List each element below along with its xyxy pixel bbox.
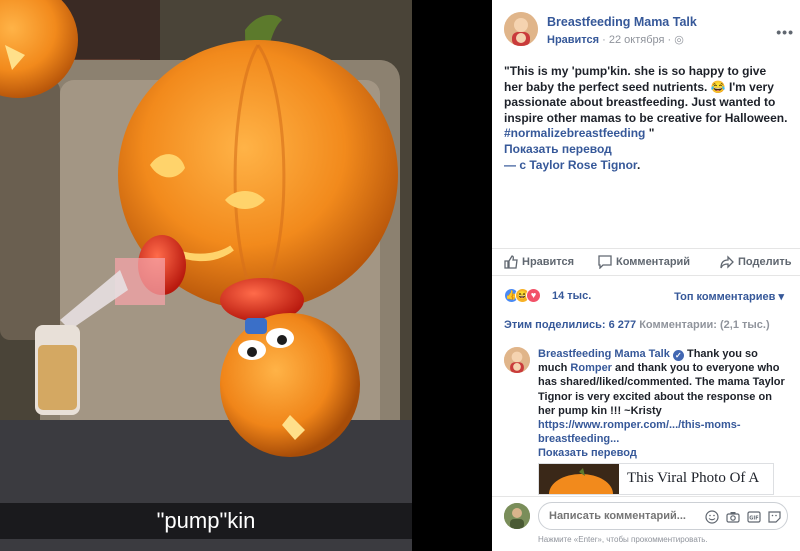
post-meta: Нравится · 22 октября · ◎: [547, 33, 684, 46]
top-comments-label: Топ комментариев: [674, 291, 776, 303]
comments-label: Комментарии:: [639, 319, 717, 331]
love-reaction-icon: ♥: [526, 288, 541, 303]
action-bar: Нравится Комментарий Поделить: [492, 248, 800, 276]
with-prefix: — с: [504, 157, 527, 172]
share-button[interactable]: Поделить: [720, 255, 791, 269]
svg-text:GIF: GIF: [749, 515, 758, 521]
show-translation-link[interactable]: Показать перевод: [504, 142, 612, 156]
more-options-icon[interactable]: •••: [776, 24, 794, 40]
reaction-count[interactable]: 14 тыс.: [552, 290, 591, 302]
photo-canvas: [0, 0, 412, 551]
article-url-link[interactable]: https://www.romper.com/.../this-moms-bre…: [538, 419, 741, 445]
reactions-row: 👍 😆 ♥ 14 тыс. Топ комментариев ▾: [504, 288, 794, 306]
gif-icon[interactable]: GIF: [746, 509, 761, 524]
current-user-avatar[interactable]: [504, 503, 530, 529]
like-page-link[interactable]: Нравится: [547, 34, 599, 46]
top-comments-dropdown[interactable]: Топ комментариев ▾: [674, 290, 784, 303]
sticker-icon[interactable]: [767, 509, 782, 524]
comment-composer: GIF Нажмите «Enter», чтобы прокомментиро…: [492, 496, 800, 551]
link-preview-card[interactable]: This Viral Photo Of A: [538, 463, 774, 495]
composer-icons: GIF: [704, 509, 782, 524]
emoji-icon[interactable]: [704, 509, 719, 524]
post-date[interactable]: 22 октября: [609, 34, 665, 46]
post-body: "This is my 'pump'kin. she is so happy t…: [504, 64, 788, 125]
photo-caption: "pump"kin: [0, 503, 412, 539]
tagged-person-link[interactable]: Taylor Rose Tignor: [529, 158, 637, 172]
link-preview-thumbnail: [539, 464, 619, 494]
comment-button-label: Комментарий: [616, 256, 691, 268]
meta-separator-2: ·: [667, 34, 672, 46]
like-button-label: Нравится: [522, 256, 575, 268]
comment-author-link[interactable]: Breastfeeding Mama Talk: [538, 348, 670, 360]
page-name-link[interactable]: Breastfeeding Mama Talk: [547, 15, 697, 29]
quote-close: ": [648, 126, 655, 141]
pumpkin-photo-illustration: [0, 0, 412, 551]
share-icon: [720, 255, 734, 269]
shared-label[interactable]: Этим поделились:: [504, 319, 606, 331]
comments-count: (2,1 тыс.): [720, 319, 770, 331]
hashtag-link[interactable]: #normalizebreastfeeding: [504, 126, 645, 140]
shares-row: Этим поделились: 6 277 Комментарии: (2,1…: [504, 319, 794, 331]
post-side-panel: Breastfeeding Mama Talk Нравится · 22 ок…: [492, 0, 800, 551]
post-period: .: [636, 157, 641, 172]
globe-icon: ◎: [674, 34, 684, 46]
comment-button[interactable]: Комментарий: [598, 255, 690, 269]
shared-count[interactable]: 6 277: [609, 319, 637, 331]
post-photo[interactable]: "pump"kin: [0, 0, 492, 551]
verified-badge-icon: ✓: [672, 350, 684, 361]
composer-hint: Нажмите «Enter», чтобы прокомментировать…: [538, 535, 708, 544]
share-button-label: Поделить: [738, 256, 792, 268]
page-avatar[interactable]: [504, 12, 538, 46]
comment-icon: [598, 255, 612, 269]
reaction-icons[interactable]: 👍 😆 ♥: [504, 288, 541, 303]
link-preview-title: This Viral Photo Of A: [627, 470, 760, 486]
caret-down-icon: ▾: [778, 291, 784, 303]
like-button[interactable]: Нравится: [504, 255, 574, 269]
commenter-avatar[interactable]: [504, 347, 530, 373]
post-text: "This is my 'pump'kin. she is so happy t…: [504, 64, 788, 173]
post-header: Breastfeeding Mama Talk Нравится · 22 ок…: [504, 12, 794, 52]
thumbs-up-icon: [504, 255, 518, 269]
mention-link[interactable]: Romper: [570, 362, 612, 374]
meta-separator: ·: [602, 34, 606, 46]
comment-body: Breastfeeding Mama Talk ✓ Thank you so m…: [538, 347, 790, 461]
comment-translate-link[interactable]: Показать перевод: [538, 447, 637, 459]
camera-icon[interactable]: [725, 509, 740, 524]
